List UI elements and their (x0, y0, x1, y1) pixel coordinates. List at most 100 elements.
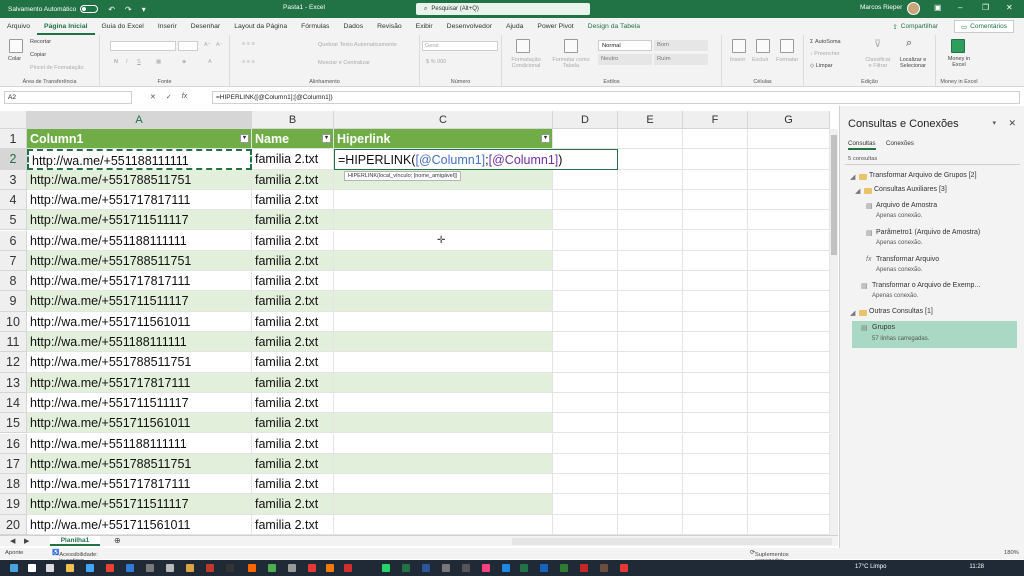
column-header-g[interactable]: G (748, 111, 830, 129)
format-table-icon[interactable] (564, 39, 578, 53)
empty-cell[interactable] (553, 392, 618, 414)
formula-input[interactable]: =HIPERLINK([@Column1];[@Column1]) (212, 91, 1020, 104)
query-parametro1[interactable]: Parâmetro1 (Arquivo de Amostra) (876, 229, 980, 236)
row-header[interactable]: 8 (0, 271, 27, 292)
underline-button[interactable]: S (137, 59, 141, 65)
table-cell[interactable] (334, 372, 553, 393)
sort-filter-button[interactable]: Classificar e Filtrar (864, 57, 892, 69)
table-cell[interactable] (334, 332, 553, 353)
row-header[interactable]: 7 (0, 250, 27, 272)
style-ruim[interactable]: Ruim (654, 54, 708, 65)
app-icon[interactable] (442, 564, 450, 572)
table-cell[interactable] (334, 494, 553, 515)
tab-revisao[interactable]: Revisão (370, 18, 409, 35)
table-cell[interactable]: http://wa.me/+551711561011 (27, 514, 252, 535)
empty-cell[interactable] (553, 271, 618, 292)
empty-cell[interactable] (553, 372, 618, 393)
empty-cell[interactable] (683, 433, 748, 454)
empty-cell[interactable] (683, 250, 748, 272)
money-in-excel-icon[interactable] (951, 39, 965, 53)
table-cell[interactable]: familia 2.txt (252, 433, 334, 454)
search-box[interactable]: ⌕ Pesquisar (Alt+Q) (416, 3, 590, 15)
query-group-outras[interactable]: Outras Consultas [1] (869, 308, 933, 315)
empty-cell[interactable] (553, 189, 618, 211)
empty-cell[interactable] (618, 149, 683, 170)
table-cell[interactable] (334, 250, 553, 272)
file-explorer-icon[interactable] (66, 564, 74, 572)
table-cell[interactable]: http://wa.me/+551711561011 (27, 311, 252, 332)
app-icon[interactable] (620, 564, 628, 572)
redo-icon[interactable]: ↷ (125, 5, 132, 14)
empty-cell[interactable] (618, 474, 683, 495)
empty-cell[interactable] (618, 453, 683, 475)
app-icon[interactable] (422, 564, 430, 572)
empty-cell[interactable] (618, 169, 683, 190)
windows-start-icon[interactable] (10, 564, 18, 572)
row-header[interactable]: 19 (0, 494, 27, 515)
fill-button[interactable]: ↓ Preencher (810, 51, 840, 57)
table-header-cell[interactable]: Column1 ▾ (27, 129, 252, 150)
money-in-excel-button[interactable]: Money in Excel (942, 56, 976, 68)
table-cell[interactable] (334, 453, 553, 475)
empty-cell[interactable] (618, 514, 683, 535)
autosave-toggle[interactable] (80, 5, 99, 13)
minimize-icon[interactable]: – (958, 3, 962, 12)
row-header[interactable]: 10 (0, 311, 27, 332)
fx-icon[interactable]: fx (182, 93, 187, 101)
format-painter-button[interactable]: Pincel de Formatação (30, 65, 84, 71)
empty-cell[interactable] (618, 311, 683, 332)
row-header[interactable]: 9 (0, 291, 27, 312)
table-cell[interactable]: familia 2.txt (252, 149, 334, 170)
table-cell[interactable]: familia 2.txt (252, 494, 334, 515)
table-cell[interactable] (334, 291, 553, 312)
table-cell[interactable]: http://wa.me/+551788511751 (27, 352, 252, 373)
row-header[interactable]: 5 (0, 210, 27, 231)
conditional-format-icon[interactable] (516, 39, 530, 53)
table-cell[interactable]: familia 2.txt (252, 271, 334, 292)
row-header[interactable]: 2 (0, 149, 27, 170)
customize-qat-icon[interactable]: ▾ (142, 5, 146, 14)
empty-cell[interactable] (683, 474, 748, 495)
format-as-table-button[interactable]: Formatar como Tabela (548, 57, 594, 69)
paste-button[interactable]: Colar (8, 56, 21, 62)
font-color-icon[interactable]: A (208, 59, 212, 65)
table-cell[interactable]: http://wa.me/+551788511751 (27, 250, 252, 272)
column-header-b[interactable]: B (252, 111, 334, 129)
app-icon[interactable] (166, 564, 174, 572)
cell-editor[interactable]: =HIPERLINK([@Column1];[@Column1]) (334, 149, 618, 170)
collapse-icon[interactable]: ◢ (855, 187, 860, 195)
share-button[interactable]: ⇪ Compartilhar (886, 20, 944, 33)
column-header-d[interactable]: D (553, 111, 618, 129)
table-cell[interactable]: familia 2.txt (252, 311, 334, 332)
empty-cell[interactable] (553, 210, 618, 231)
app-icon[interactable] (482, 564, 490, 572)
empty-cell[interactable] (683, 311, 748, 332)
tab-power-pivot[interactable]: Power Pivot (530, 18, 580, 35)
empty-cell[interactable] (553, 494, 618, 515)
app-icon[interactable] (326, 564, 334, 572)
empty-cell[interactable] (748, 453, 830, 475)
empty-cell[interactable] (683, 352, 748, 373)
empty-cell[interactable] (683, 189, 748, 211)
row-header[interactable]: 12 (0, 352, 27, 373)
align-top-icon[interactable]: ≡ ≡ ≡ (242, 41, 255, 47)
empty-cell[interactable] (748, 230, 830, 251)
bold-button[interactable]: N (114, 59, 118, 65)
empty-cell[interactable] (683, 494, 748, 515)
app-icon[interactable] (268, 564, 276, 572)
table-cell[interactable]: http://wa.me/+551188111111 (27, 149, 252, 170)
empty-cell[interactable] (748, 311, 830, 332)
italic-button[interactable]: I (126, 59, 128, 65)
row-header[interactable]: 6 (0, 230, 27, 251)
table-cell[interactable]: http://wa.me/+551711511117 (27, 494, 252, 515)
empty-cell[interactable] (618, 230, 683, 251)
table-cell[interactable] (334, 433, 553, 454)
table-cell[interactable]: http://wa.me/+551188111111 (27, 332, 252, 353)
empty-cell[interactable] (748, 413, 830, 434)
fill-color-icon[interactable]: ◈ (182, 59, 186, 65)
app-icon[interactable] (520, 564, 528, 572)
empty-cell[interactable] (553, 433, 618, 454)
empty-cell[interactable] (618, 433, 683, 454)
empty-cell[interactable] (683, 372, 748, 393)
table-cell[interactable] (334, 392, 553, 414)
